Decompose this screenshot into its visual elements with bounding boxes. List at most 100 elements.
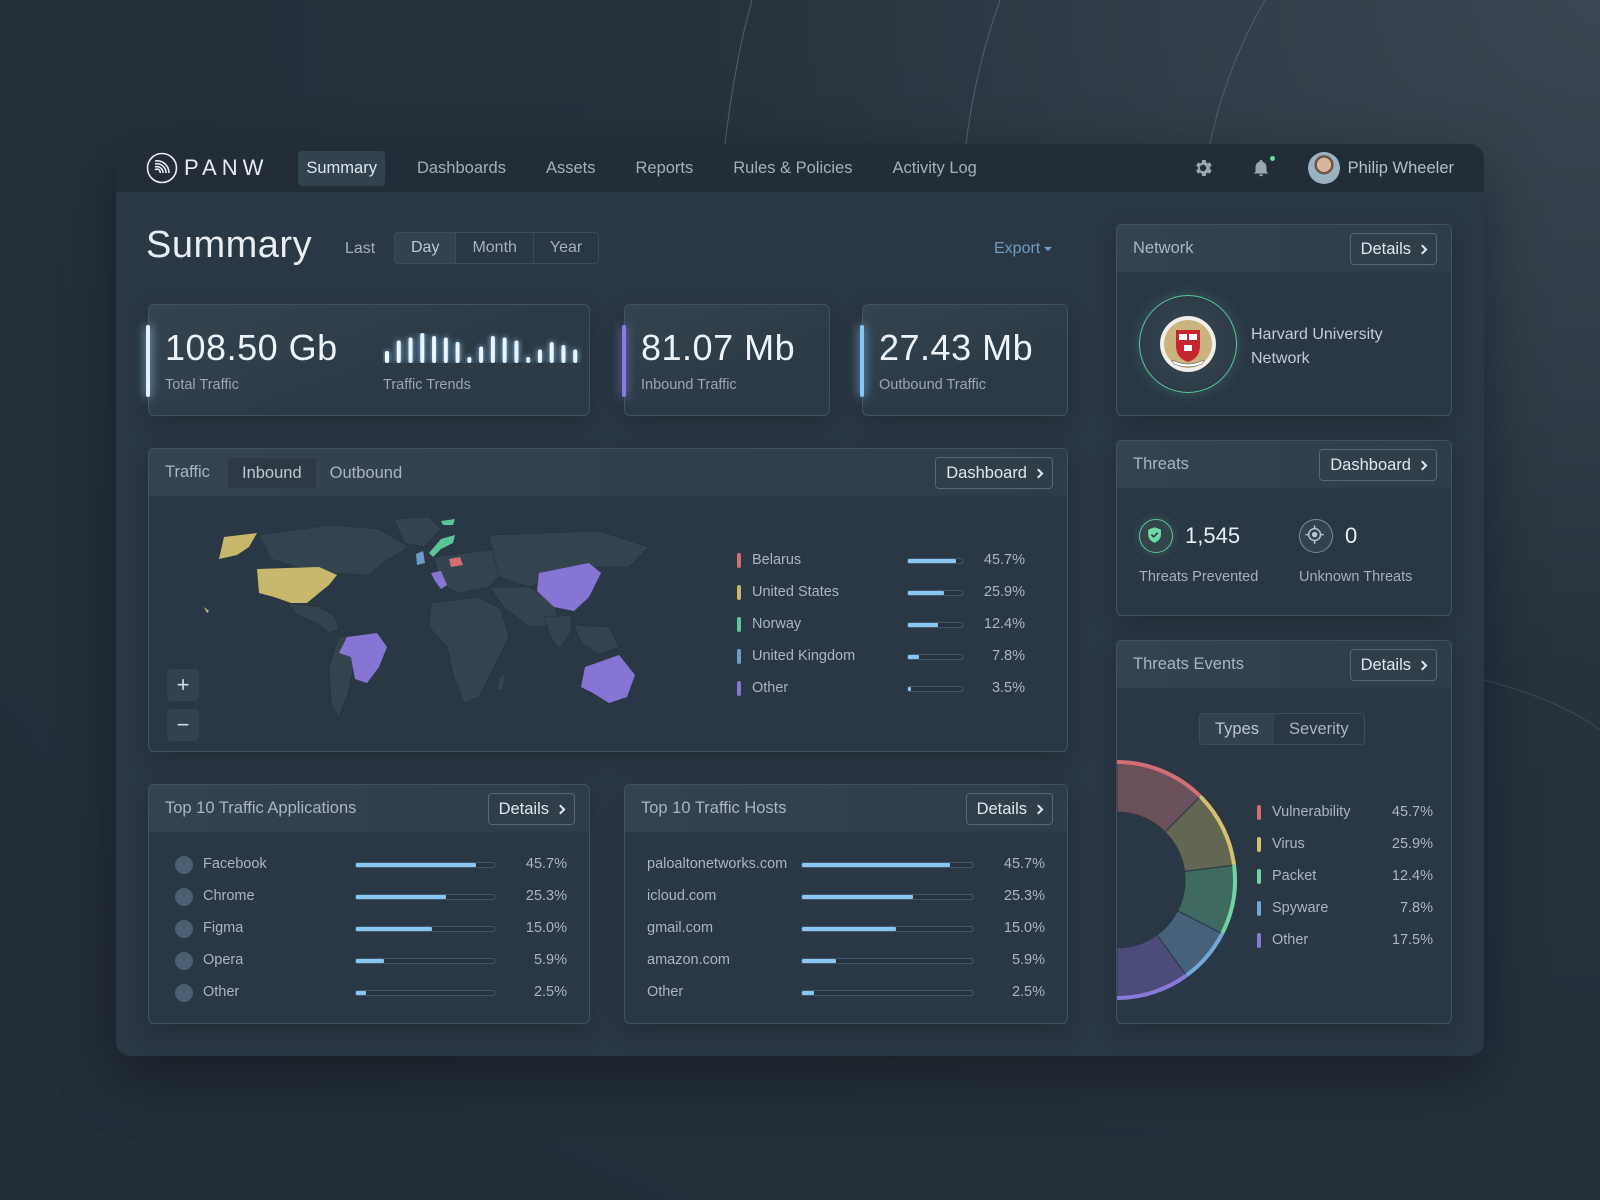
apps-row[interactable]: Opera 5.9% (149, 945, 589, 977)
network-details-button[interactable]: Details (1349, 233, 1437, 265)
threats-title: Threats (1133, 455, 1189, 473)
button-label: Details (1360, 240, 1411, 258)
country-percent: 12.4% (983, 616, 1025, 632)
nav-assets[interactable]: Assets (538, 151, 604, 186)
map-region-australia (581, 655, 635, 703)
total-traffic-card: 108.50 Gb Total Traffic Traffic Trends (146, 304, 590, 416)
apps-row[interactable]: Other 2.5% (149, 977, 589, 1009)
progress-bar (907, 590, 963, 596)
top-apps-details-button[interactable]: Details (487, 793, 575, 825)
progress-bar (355, 926, 495, 932)
accent-bar (860, 325, 864, 397)
trend-bar (526, 357, 531, 363)
threat-type-row[interactable]: Other 17.5% (1257, 925, 1433, 957)
export-dropdown[interactable]: Export (994, 240, 1053, 258)
range-year[interactable]: Year (534, 233, 598, 263)
apps-percent: 15.0% (525, 920, 567, 936)
chevron-right-icon (1033, 468, 1044, 478)
export-label: Export (994, 240, 1041, 257)
color-swatch (737, 585, 741, 600)
zoom-out-button[interactable]: − (167, 709, 199, 741)
country-row[interactable]: United States 25.9% (737, 577, 1037, 609)
progress-bar (801, 958, 973, 964)
threat-type-row[interactable]: Spyware 7.8% (1257, 893, 1433, 925)
threat-events-details-button[interactable]: Details (1349, 649, 1437, 681)
progress-fill (356, 959, 384, 963)
range-day[interactable]: Day (395, 233, 457, 263)
threat-type-row[interactable]: Packet 12.4% (1257, 861, 1433, 893)
apps-row[interactable]: Chrome 25.3% (149, 881, 589, 913)
tab-types[interactable]: Types (1200, 714, 1275, 744)
progress-fill (802, 927, 896, 931)
trend-bar (514, 340, 519, 363)
top-hosts-header: Top 10 Traffic Hosts Details (625, 785, 1067, 833)
chevron-right-icon (1417, 660, 1428, 670)
nav-reports[interactable]: Reports (627, 151, 701, 186)
hosts-row[interactable]: Other 2.5% (625, 977, 1067, 1009)
network-panel: Network Details Harvard University Netwo… (1116, 224, 1452, 416)
hosts-row[interactable]: icloud.com 25.3% (625, 881, 1067, 913)
progress-fill (908, 687, 912, 691)
outbound-traffic-label: Outbound Traffic (879, 377, 986, 393)
progress-fill (908, 623, 938, 627)
trend-bar (408, 337, 413, 363)
threat-type-row[interactable]: Vulnerability 45.7% (1257, 797, 1433, 829)
threat-events-panel: Threats Events Details Types Severity Vu… (1116, 640, 1452, 1024)
nav-dashboards[interactable]: Dashboards (409, 151, 514, 186)
threat-type-name: Packet (1272, 868, 1317, 884)
trend-bar (537, 349, 542, 363)
threats-prevented-label: Threats Prevented (1139, 569, 1259, 585)
tab-outbound[interactable]: Outbound (316, 458, 416, 488)
hosts-row[interactable]: gmail.com 15.0% (625, 913, 1067, 945)
country-name: Belarus (752, 552, 802, 568)
country-row[interactable]: Norway 12.4% (737, 609, 1037, 641)
apps-row[interactable]: Figma 15.0% (149, 913, 589, 945)
color-swatch (1257, 869, 1261, 884)
settings-button[interactable] (1192, 157, 1214, 179)
range-month[interactable]: Month (456, 233, 534, 263)
tab-inbound[interactable]: Inbound (228, 458, 316, 488)
country-row[interactable]: Belarus 45.7% (737, 545, 1037, 577)
app-icon (175, 888, 193, 906)
apps-row[interactable]: Facebook 45.7% (149, 849, 589, 881)
top-hosts-panel: Top 10 Traffic Hosts Details paloaltonet… (624, 784, 1068, 1024)
map-region-svalbard (441, 519, 455, 525)
logo[interactable]: PANW (146, 152, 268, 184)
threats-dashboard-button[interactable]: Dashboard (1319, 449, 1437, 481)
threat-events-header: Threats Events Details (1117, 641, 1451, 689)
network-header: Network Details (1117, 225, 1451, 273)
notifications-button[interactable] (1250, 156, 1275, 179)
hosts-name: amazon.com (647, 952, 731, 968)
traffic-dashboard-button[interactable]: Dashboard (935, 457, 1053, 489)
threat-type-name: Vulnerability (1272, 804, 1351, 820)
nav-summary[interactable]: Summary (298, 150, 385, 186)
threat-type-percent: 7.8% (1399, 900, 1433, 916)
apps-name: Opera (203, 952, 244, 968)
button-label: Details (498, 800, 549, 818)
country-row[interactable]: United Kingdom 7.8% (737, 641, 1037, 673)
top-hosts-details-button[interactable]: Details (965, 793, 1053, 825)
map-region-madagascar (496, 672, 506, 692)
unknown-threats-label: Unknown Threats (1299, 569, 1413, 585)
nav-rules-policies[interactable]: Rules & Policies (725, 151, 860, 186)
country-name: Norway (752, 616, 802, 632)
threat-type-row[interactable]: Virus 25.9% (1257, 829, 1433, 861)
user-name[interactable]: Philip Wheeler (1348, 159, 1454, 178)
world-map[interactable] (179, 507, 669, 739)
user-avatar[interactable] (1307, 152, 1340, 184)
network-title: Network (1133, 239, 1194, 257)
nav-activity-log[interactable]: Activity Log (884, 151, 984, 186)
chevron-right-icon (1417, 460, 1428, 470)
network-body: Harvard University Network (1117, 273, 1451, 415)
top-apps-header: Top 10 Traffic Applications Details (149, 785, 589, 833)
hosts-row[interactable]: amazon.com 5.9% (625, 945, 1067, 977)
country-row[interactable]: Other 3.5% (737, 673, 1037, 705)
hosts-row[interactable]: paloaltonetworks.com 45.7% (625, 849, 1067, 881)
traffic-trends-sparkline (385, 333, 578, 363)
tab-severity[interactable]: Severity (1274, 714, 1364, 744)
trend-bar (561, 345, 566, 363)
progress-bar (907, 686, 963, 692)
progress-fill (356, 863, 477, 867)
threat-events-body: Types Severity Vulnerability 45.7% Virus 25… (1117, 689, 1451, 1023)
zoom-in-button[interactable]: + (167, 669, 199, 701)
